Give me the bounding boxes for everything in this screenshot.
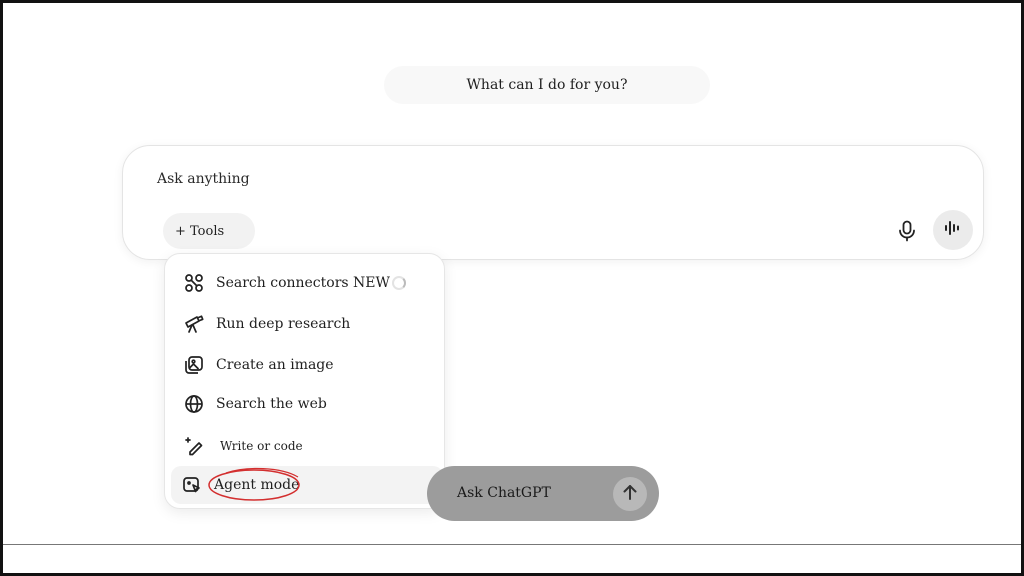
menu-item-search-connectors[interactable]: Search connectors NEW: [173, 266, 437, 300]
microphone-icon[interactable]: [892, 216, 922, 246]
pencil-sparkle-icon: [183, 435, 205, 457]
send-button[interactable]: [613, 477, 647, 511]
menu-item-label: Write or code: [220, 439, 303, 453]
arrow-up-icon: [622, 483, 638, 505]
prompt-input[interactable]: Ask anything: [157, 171, 250, 187]
voice-mode-button[interactable]: [933, 210, 973, 250]
globe-icon: [183, 393, 205, 415]
greeting-heading: What can I do for you?: [384, 66, 710, 104]
menu-item-agent-mode[interactable]: Agent mode: [171, 466, 443, 504]
menu-item-deep-research[interactable]: Run deep research: [173, 307, 437, 341]
ask-chatgpt-label: Ask ChatGPT: [457, 485, 551, 501]
loading-spinner-icon: [391, 276, 406, 290]
tools-menu: Search connectors NEW Run deep research …: [164, 253, 445, 509]
ask-chatgpt-bar[interactable]: Ask ChatGPT: [427, 466, 659, 521]
connectors-icon: [183, 272, 205, 294]
tools-button[interactable]: + Tools: [163, 213, 255, 249]
tools-button-label: + Tools: [175, 223, 225, 239]
composer-box[interactable]: Ask anything + Tools: [122, 145, 984, 260]
menu-item-search-web[interactable]: Search the web: [173, 387, 437, 421]
menu-item-label: Search connectors NEW: [216, 275, 390, 291]
menu-item-label: Run deep research: [216, 316, 351, 332]
menu-item-label: Create an image: [216, 357, 334, 373]
menu-item-label: Search the web: [216, 396, 327, 412]
menu-item-write-code[interactable]: Write or code: [173, 429, 437, 463]
voice-waveform-icon: [943, 220, 963, 240]
telescope-icon: [183, 313, 205, 335]
menu-item-create-image[interactable]: Create an image: [173, 348, 437, 382]
image-icon: [183, 354, 205, 376]
bottom-divider: [3, 544, 1021, 545]
greeting-text: What can I do for you?: [466, 77, 628, 93]
agent-icon: [181, 474, 203, 496]
menu-item-label: Agent mode: [214, 477, 300, 493]
